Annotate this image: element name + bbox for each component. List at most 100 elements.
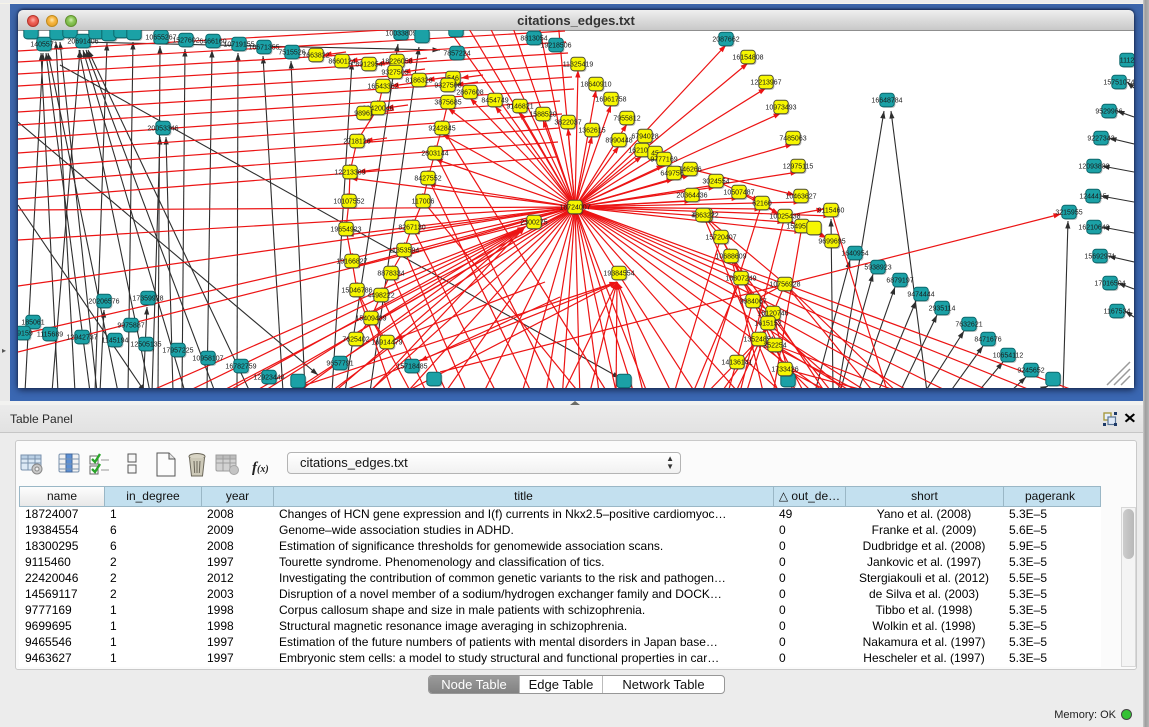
svg-text:8912954: 8912954: [355, 62, 382, 69]
svg-text:17957225: 17957225: [162, 348, 193, 355]
svg-text:12975115: 12975115: [783, 164, 814, 171]
svg-text:6794028: 6794028: [631, 134, 658, 141]
svg-text:7632621: 7632621: [955, 322, 982, 329]
svg-text:1640954: 1640954: [841, 251, 868, 258]
svg-text:2718126: 2718126: [343, 139, 370, 146]
svg-text:1167534: 1167534: [1104, 309, 1131, 316]
svg-text:2935114: 2935114: [929, 306, 956, 313]
svg-text:1145194: 1145194: [102, 338, 129, 345]
svg-text:117006: 117006: [412, 199, 435, 206]
svg-text:10973493: 10973493: [765, 105, 796, 112]
svg-text:7857224: 7857224: [443, 51, 470, 58]
svg-text:18807249: 18807249: [725, 276, 756, 283]
svg-text:9327508: 9327508: [434, 83, 461, 90]
svg-text:10033809: 10033809: [385, 31, 416, 38]
svg-text:12923448: 12923448: [253, 375, 284, 382]
svg-text:16210643: 16210643: [1078, 225, 1109, 232]
svg-text:16914479: 16914479: [371, 340, 402, 347]
svg-text:10107552: 10107552: [333, 199, 364, 206]
svg-text:18226058: 18226058: [381, 59, 412, 66]
svg-text:10463627: 10463627: [785, 194, 816, 201]
svg-text:19166827: 19166827: [336, 259, 367, 266]
svg-text:20364436: 20364436: [676, 193, 707, 200]
svg-text:19384554: 19384554: [603, 271, 634, 278]
svg-text:7625402: 7625402: [342, 337, 369, 344]
svg-text:15409489: 15409489: [355, 316, 386, 323]
svg-text:252254: 252254: [763, 343, 786, 350]
svg-text:98961: 98961: [354, 111, 374, 118]
svg-text:8427552: 8427552: [414, 176, 441, 183]
svg-text:1405571: 1405571: [30, 42, 57, 49]
svg-text:3215955: 3215955: [1055, 210, 1082, 217]
svg-text:15720407: 15720407: [705, 235, 736, 242]
svg-text:6879197: 6879197: [886, 278, 913, 285]
svg-text:3822037: 3822037: [554, 120, 581, 127]
svg-text:16543362: 16543362: [367, 84, 398, 91]
svg-text:9245652: 9245652: [1017, 368, 1044, 375]
svg-text:19218506: 19218506: [540, 43, 571, 50]
svg-text:9777169: 9777169: [650, 157, 677, 164]
svg-text:8471676: 8471676: [974, 337, 1001, 344]
svg-text:9227343: 9227343: [1087, 136, 1114, 143]
svg-text:10688609: 10688609: [715, 254, 746, 261]
svg-text:2087662: 2087662: [712, 37, 739, 44]
svg-text:9242845: 9242845: [428, 126, 455, 133]
svg-text:16671355: 16671355: [248, 45, 279, 52]
svg-text:16154808: 16154808: [732, 55, 763, 62]
svg-text:7955812: 7955812: [613, 116, 640, 123]
svg-text:8660124: 8660124: [328, 59, 355, 66]
svg-text:15692971: 15692971: [1084, 254, 1115, 261]
svg-text:1733426: 1733426: [771, 367, 798, 374]
svg-text:9699695: 9699695: [818, 239, 845, 246]
svg-text:12942737: 12942737: [66, 335, 97, 342]
svg-text:1615152: 1615152: [754, 321, 781, 328]
svg-text:9529966: 9529966: [1095, 109, 1122, 116]
svg-text:12093832: 12093832: [1078, 164, 1109, 171]
svg-text:12505135: 12505135: [130, 342, 161, 349]
svg-text:7485063: 7485063: [779, 136, 806, 143]
svg-text:12213389: 12213389: [334, 170, 365, 177]
svg-text:1112: 1112: [1120, 58, 1134, 65]
svg-text:2867608: 2867608: [456, 90, 483, 97]
svg-text:9146821: 9146821: [506, 104, 533, 111]
svg-text:185061: 185061: [21, 320, 44, 327]
svg-text:4498222: 4498222: [367, 293, 394, 300]
svg-text:8454749: 8454749: [481, 98, 508, 105]
svg-text:9657791: 9657791: [326, 361, 353, 368]
svg-text:39159: 39159: [18, 331, 33, 338]
svg-text:10654112: 10654112: [993, 353, 1024, 360]
svg-text:9115460: 9115460: [818, 208, 845, 215]
svg-text:15751074: 15751074: [1103, 80, 1134, 87]
svg-text:17359928: 17359928: [132, 296, 163, 303]
svg-text:9327505: 9327505: [381, 70, 408, 77]
svg-text:8186328: 8186328: [405, 78, 432, 85]
svg-text:18640910: 18640910: [580, 82, 611, 89]
svg-text:5938923: 5938923: [864, 265, 891, 272]
svg-text:8267130: 8267130: [398, 225, 425, 232]
svg-text:20053346: 20053346: [147, 126, 178, 133]
svg-text:7663822: 7663822: [302, 53, 329, 60]
svg-text:15718485: 15718485: [396, 364, 427, 371]
svg-text:1244415: 1244415: [1079, 194, 1106, 201]
svg-text:8878334: 8878334: [377, 271, 404, 278]
svg-text:3875685: 3875685: [434, 100, 461, 107]
svg-text:1588520: 1588520: [529, 112, 556, 119]
svg-text:8990448: 8990448: [605, 138, 632, 145]
svg-text:14136141: 14136141: [721, 360, 752, 367]
svg-text:16961758: 16961758: [595, 97, 626, 104]
svg-text:1527602: 1527602: [172, 38, 199, 45]
svg-text:16648784: 16648784: [871, 98, 902, 105]
svg-text:746266: 746266: [678, 167, 701, 174]
svg-text:18724007: 18724007: [559, 205, 590, 212]
svg-text:8813054: 8813054: [520, 36, 547, 43]
svg-text:10756928: 10756928: [769, 282, 800, 289]
svg-text:12213967: 12213967: [750, 80, 781, 87]
svg-text:486322: 486322: [691, 213, 714, 220]
svg-text:2803144: 2803144: [421, 151, 448, 158]
svg-text:19654923: 19654923: [330, 227, 361, 234]
svg-text:1362615: 1362615: [578, 128, 605, 135]
svg-text:11353594: 11353594: [389, 248, 420, 255]
svg-text:62160: 62160: [752, 201, 772, 208]
svg-text:3024554: 3024554: [702, 179, 729, 186]
svg-text:9975887: 9975887: [117, 323, 144, 330]
